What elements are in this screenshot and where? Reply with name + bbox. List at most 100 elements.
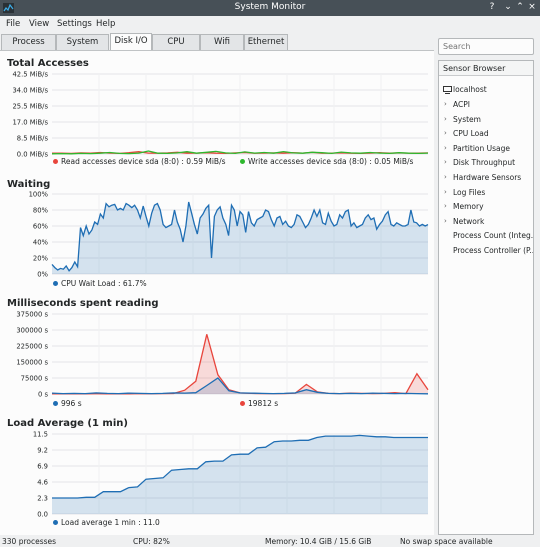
load-average-title: Load Average (1 min)	[7, 418, 128, 429]
sensor-item-cpu-load[interactable]: › CPU Load	[439, 127, 533, 141]
tab-wifi[interactable]: Wifi	[200, 34, 244, 50]
sensor-item-process-controller-p[interactable]: Process Controller (P...	[439, 244, 533, 258]
status-bar: 330 processes CPU: 82% Memory: 10.4 GiB …	[0, 535, 540, 547]
y-tick-label: 75000 s	[21, 375, 49, 383]
y-tick-label: 8.5 MiB/s	[17, 135, 49, 143]
help-button[interactable]: ?	[486, 2, 498, 12]
window-title: System Monitor	[234, 2, 306, 12]
y-tick-label: 17.0 MiB/s	[12, 119, 48, 127]
chevron-right-icon[interactable]: ›	[444, 144, 447, 152]
menu-help[interactable]: Help	[96, 19, 115, 29]
y-tick-label: 100%	[29, 191, 49, 199]
read-legend-dot	[53, 159, 58, 164]
disk-io-panel: Total Accesses 42.5 MiB/s 34.0 MiB/s 25.5 …	[0, 50, 434, 535]
chevron-right-icon[interactable]: ›	[444, 129, 447, 137]
waiting-chart: 100% 80% 60% 40% 20% 0%	[29, 191, 429, 279]
ms-blue-legend-label: 996 s	[61, 399, 82, 408]
tab-cpu[interactable]: CPU	[152, 34, 200, 50]
sensor-item-hardware-sensors[interactable]: › Hardware Sensors	[439, 171, 533, 185]
sensor-item-label: Log Files	[453, 187, 486, 197]
chevron-right-icon[interactable]: ›	[444, 217, 447, 225]
menu-bar: File View Settings Help	[0, 16, 540, 33]
sensor-root-localhost[interactable]: localhost	[439, 83, 533, 97]
y-tick-label: 25.5 MiB/s	[12, 103, 48, 111]
tab-ethernet[interactable]: Ethernet	[244, 34, 288, 50]
sensor-item-system[interactable]: › System	[439, 113, 533, 127]
total-accesses-chart: 42.5 MiB/s 34.0 MiB/s 25.5 MiB/s 17.0 MiB/s…	[12, 71, 429, 159]
status-swap: No swap space available	[400, 537, 493, 546]
load-average-chart: 11.5 9.2 6.9 4.6 2.3 0.0	[33, 431, 428, 519]
y-tick-label: 80%	[33, 207, 49, 215]
sensor-item-memory[interactable]: › Memory	[439, 200, 533, 214]
sensor-tree[interactable]: Sensor Browser localhost › ACPI › System › CP…	[438, 60, 534, 535]
y-tick-label: 150000 s	[16, 359, 48, 367]
y-tick-label: 300000 s	[16, 327, 48, 335]
y-tick-label: 20%	[33, 255, 49, 263]
menu-settings[interactable]: Settings	[57, 19, 92, 29]
load-legend-dot	[53, 520, 58, 525]
menu-file[interactable]: File	[6, 19, 20, 29]
chevron-right-icon[interactable]: ›	[444, 173, 447, 181]
sensor-item-label: Process Controller (P...	[453, 246, 533, 255]
sensor-item-acpi[interactable]: › ACPI	[439, 98, 533, 112]
y-tick-label: 6.9	[37, 463, 48, 471]
write-legend-dot	[240, 159, 245, 164]
sensor-item-label: Hardware Sensors	[453, 173, 522, 182]
sensor-root-label: localhost	[453, 85, 487, 94]
title-bar: System Monitor ? ⌄ ⌃ ×	[0, 0, 540, 16]
waiting-title: Waiting	[7, 179, 51, 190]
sensor-item-disk-throughput[interactable]: › Disk Throughput	[439, 156, 533, 170]
load-legend-label: Load average 1 min : 11.0	[61, 518, 160, 527]
y-tick-label: 0 s	[38, 391, 48, 399]
chevron-right-icon[interactable]: ›	[444, 188, 447, 196]
sensor-item-label: System	[453, 114, 481, 124]
ms-reading-title: Milliseconds spent reading	[7, 298, 159, 309]
sensor-item-label: Network	[453, 216, 485, 226]
menu-view[interactable]: View	[29, 19, 49, 29]
chevron-right-icon[interactable]: ›	[444, 115, 447, 123]
sensor-search-input[interactable]	[438, 38, 534, 55]
y-tick-label: 225000 s	[16, 343, 48, 351]
write-accesses-legend: Write accesses device sda (8:0) : 0.05 M…	[240, 157, 413, 166]
total-accesses-title: Total Accesses	[7, 58, 89, 69]
write-legend-label: Write accesses device sda (8:0) : 0.05 M…	[248, 157, 414, 166]
sensor-browser-header: Sensor Browser	[439, 61, 533, 76]
y-tick-label: 4.6	[37, 479, 48, 487]
tab-process-table[interactable]: Process Table	[1, 34, 56, 61]
status-cpu: CPU: 82%	[133, 537, 170, 546]
read-accesses-legend: Read accesses device sda (8:0) : 0.59 Mi…	[53, 157, 226, 166]
minimize-button[interactable]: ⌄	[502, 2, 514, 12]
tab-system-load[interactable]: System Load	[56, 34, 109, 61]
sensor-item-process-count-integ[interactable]: Process Count (Integ...	[439, 229, 533, 243]
close-button[interactable]: ×	[526, 2, 538, 12]
load-average-legend: Load average 1 min : 11.0	[53, 518, 160, 527]
maximize-button[interactable]: ⌃	[514, 2, 526, 12]
y-tick-label: 42.5 MiB/s	[12, 71, 48, 79]
y-tick-label: 375000 s	[16, 311, 48, 319]
ms-red-legend-label: 19812 s	[248, 399, 279, 408]
chevron-right-icon[interactable]: ›	[444, 100, 447, 108]
ms-reading-chart: 375000 s 300000 s 225000 s 150000 s 75000 s 0…	[16, 311, 429, 399]
sensor-item-log-files[interactable]: › Log Files	[439, 186, 533, 200]
sensor-item-label: Disk Throughput	[453, 158, 516, 168]
y-tick-label: 9.2	[37, 447, 48, 455]
chevron-right-icon[interactable]: ›	[444, 158, 447, 166]
cpu-wait-legend: CPU Wait Load : 61.7%	[53, 279, 147, 288]
monitor-icon	[443, 86, 452, 94]
tab-disk-io[interactable]: Disk I/O	[110, 33, 152, 50]
y-tick-label: 2.3	[37, 495, 48, 503]
status-memory: Memory: 10.4 GiB / 15.6 GiB	[265, 537, 372, 546]
sensor-item-network[interactable]: › Network	[439, 215, 533, 229]
cpu-wait-legend-dot	[53, 281, 58, 286]
y-tick-label: 40%	[33, 239, 49, 247]
y-tick-label: 0.0	[37, 511, 48, 519]
chevron-right-icon[interactable]: ›	[444, 202, 447, 210]
sensor-item-label: CPU Load	[453, 129, 489, 139]
ms-reading-legend-blue: 996 s	[53, 399, 82, 408]
sensor-item-label: Process Count (Integ...	[453, 231, 533, 241]
sensor-item-partition-usage[interactable]: › Partition Usage	[439, 142, 533, 156]
y-tick-label: 11.5	[33, 431, 48, 439]
y-tick-label: 0.0 MiB/s	[17, 151, 49, 159]
status-processes: 330 processes	[2, 537, 57, 546]
sensor-item-label: ACPI	[453, 100, 470, 109]
